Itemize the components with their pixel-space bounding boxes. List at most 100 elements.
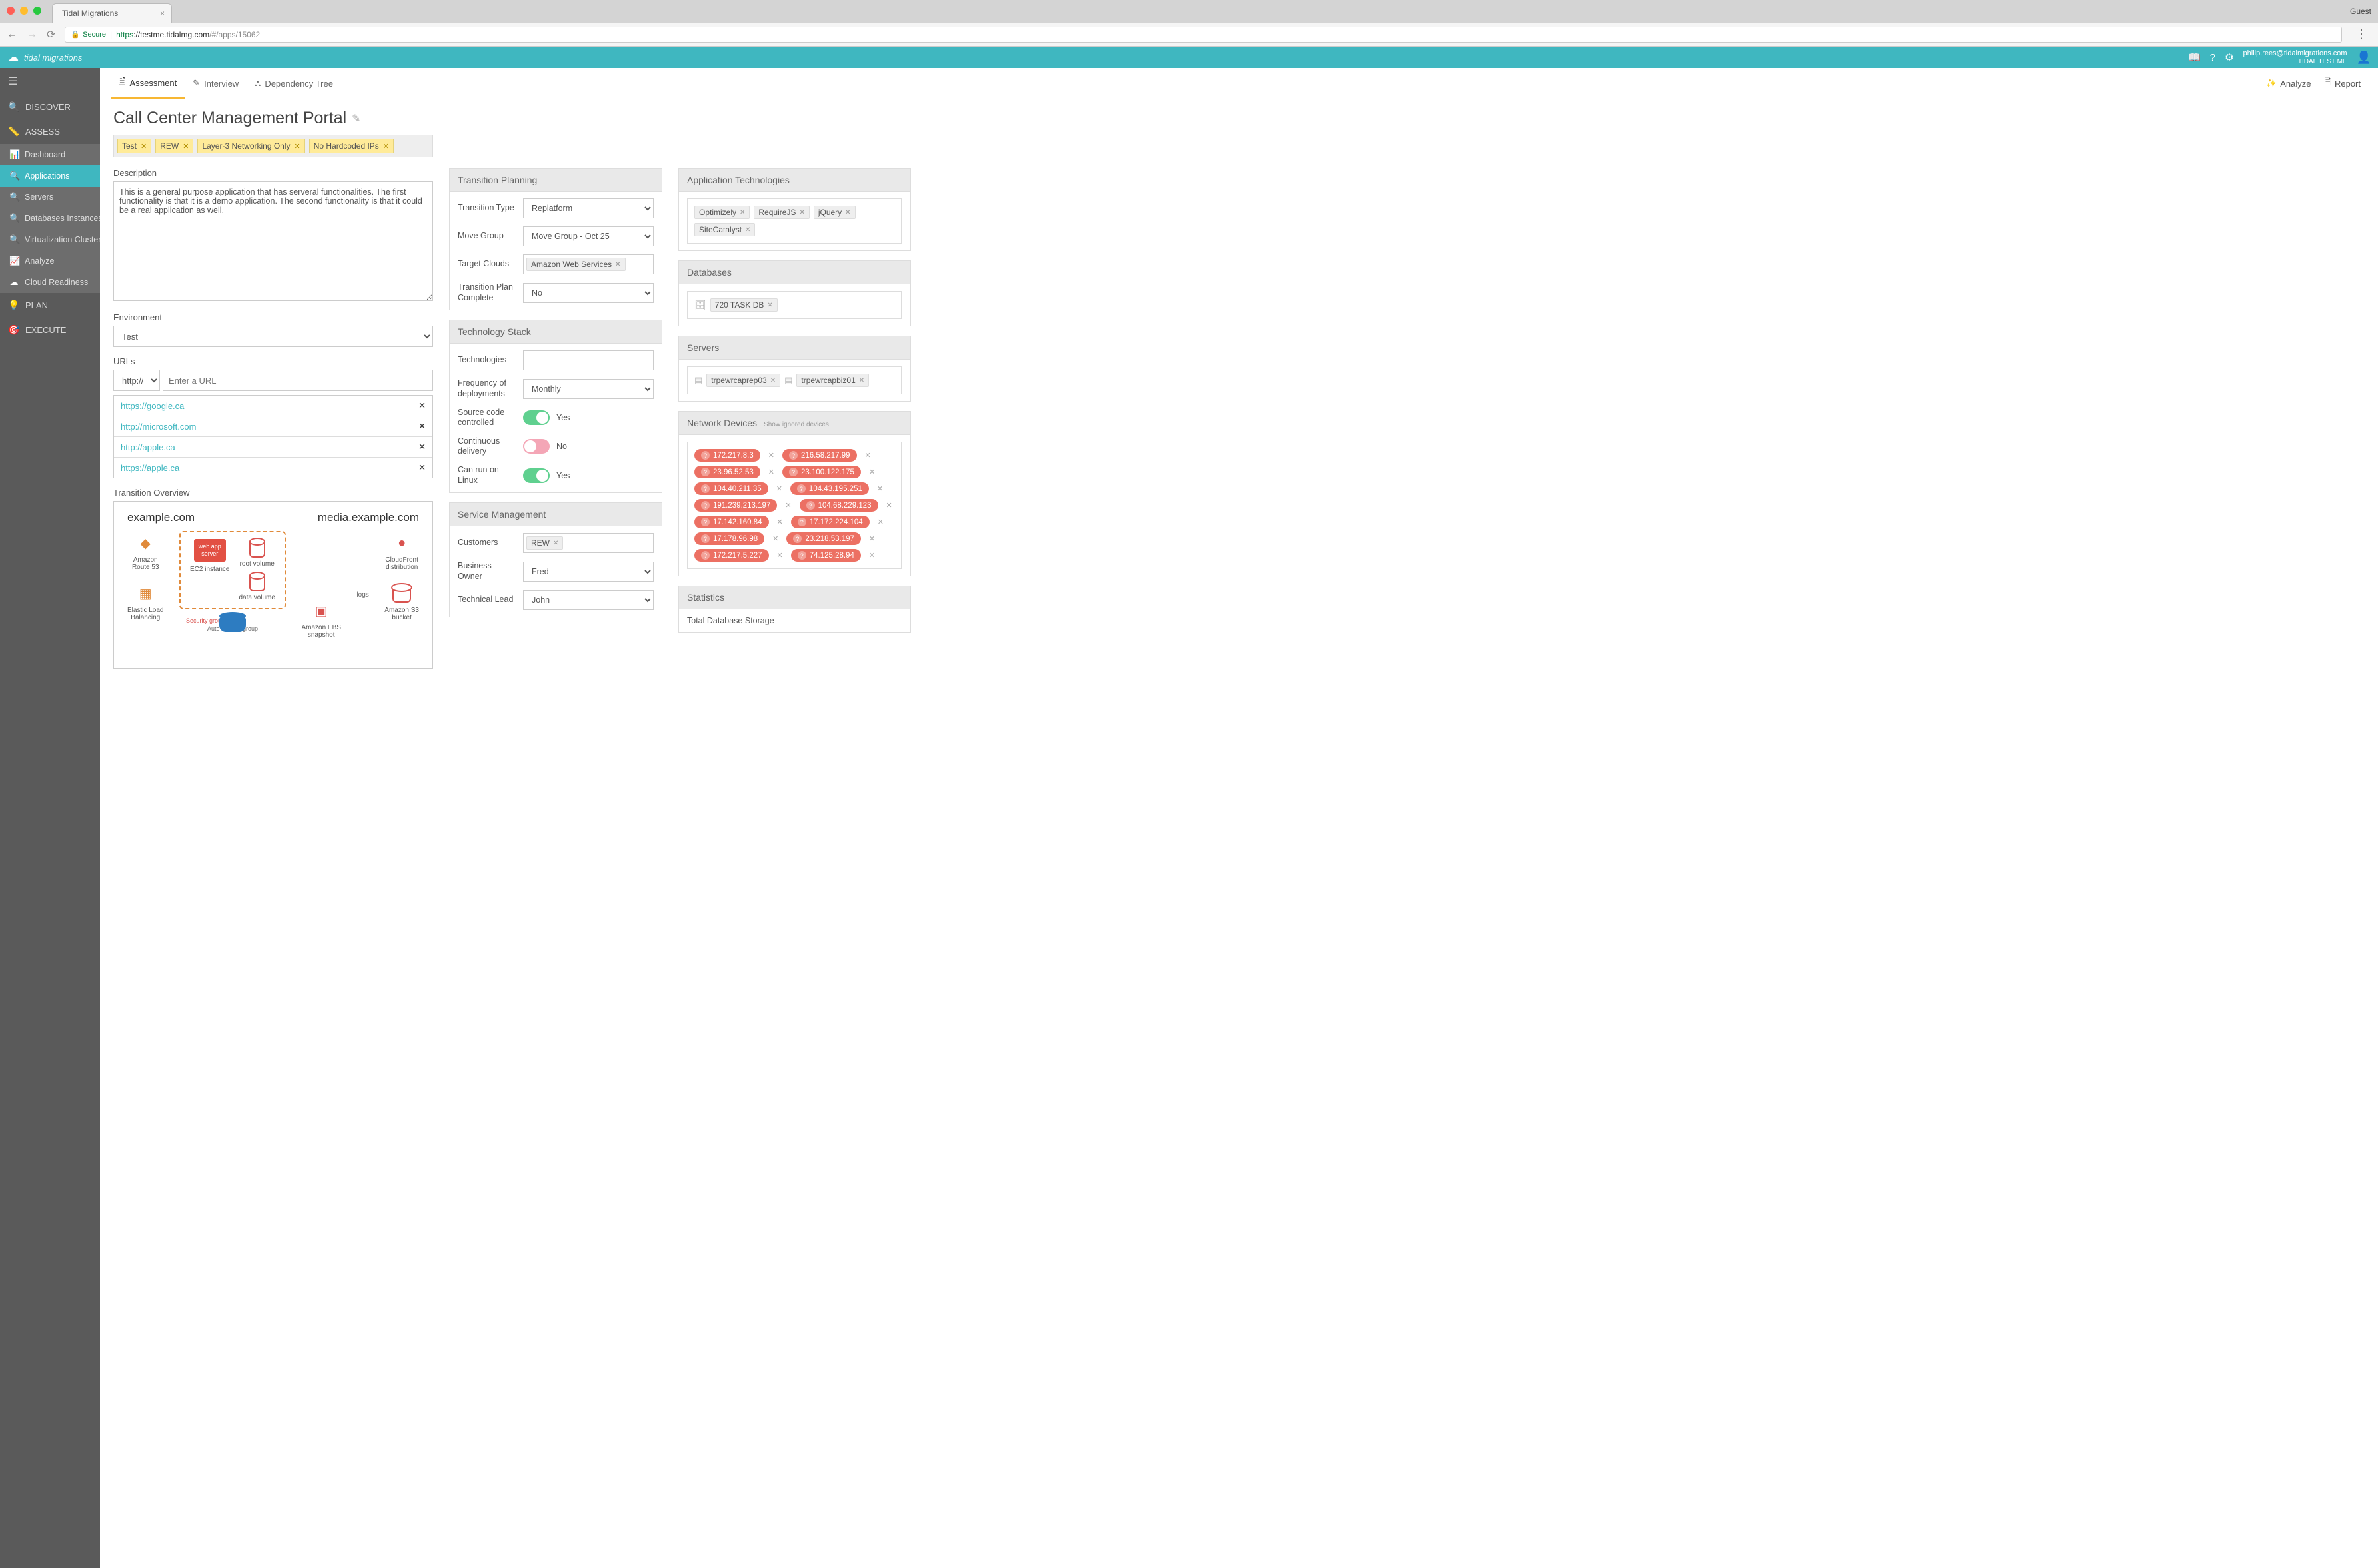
sidebar-item-virt-clusters[interactable]: 🔍Virtualization Clusters (0, 229, 100, 250)
remove-device-icon[interactable]: ✕ (774, 551, 786, 560)
sidebar-item-applications[interactable]: 🔍Applications (0, 165, 100, 187)
sidebar-section-execute[interactable]: 🎯 EXECUTE (0, 318, 100, 342)
remove-device-icon[interactable]: ✕ (782, 501, 794, 510)
logo[interactable]: ☁ tidal migrations (0, 51, 82, 64)
user-menu[interactable]: philip.rees@tidalmigrations.com TIDAL TE… (2243, 49, 2347, 65)
sidebar-section-assess[interactable]: 📏 ASSESS (0, 119, 100, 144)
sidebar-item-servers[interactable]: 🔍Servers (0, 187, 100, 208)
url-item[interactable]: http://apple.ca✕ (114, 437, 432, 458)
sidebar-item-db-instances[interactable]: 🔍Databases Instances (0, 208, 100, 229)
remove-url-icon[interactable]: ✕ (418, 400, 426, 411)
edit-title-icon[interactable]: ✎ (352, 112, 360, 125)
remove-chip-icon[interactable]: ✕ (770, 377, 776, 384)
back-icon[interactable]: ← (7, 29, 17, 41)
chip[interactable]: trpewrcaprep03✕ (706, 374, 780, 387)
network-device-pill[interactable]: ?74.125.28.94 (791, 549, 861, 562)
network-device-pill[interactable]: ?104.68.229.123 (800, 499, 878, 512)
remove-url-icon[interactable]: ✕ (418, 442, 426, 452)
customers-input[interactable]: REW✕ (523, 533, 654, 553)
remove-chip-icon[interactable]: ✕ (745, 226, 750, 234)
help-icon[interactable]: ? (2210, 52, 2215, 63)
avatar-icon[interactable]: 👤 (2357, 51, 2371, 65)
remove-device-icon[interactable]: ✕ (774, 484, 785, 493)
close-tab-icon[interactable]: × (160, 9, 165, 18)
tab-assessment[interactable]: 🗎Assessment (111, 68, 185, 99)
lead-select[interactable]: John (523, 590, 654, 610)
remove-device-icon[interactable]: ✕ (770, 534, 781, 543)
address-bar[interactable]: 🔒 Secure | https://testme.tidalmg.com/#/… (65, 27, 2342, 43)
forward-icon[interactable]: → (27, 29, 37, 41)
sidebar-item-cloud-readiness[interactable]: ☁Cloud Readiness (0, 272, 100, 293)
sidebar-item-analyze[interactable]: 📈Analyze (0, 250, 100, 272)
remove-tag-icon[interactable]: ✕ (295, 142, 300, 151)
remove-chip-icon[interactable]: ✕ (799, 209, 804, 216)
browser-tab[interactable]: Tidal Migrations × (52, 3, 172, 23)
url-input[interactable] (163, 370, 433, 391)
databases-chips[interactable]: 🗄720 TASK DB✕ (687, 291, 902, 319)
chip[interactable]: Amazon Web Services✕ (526, 258, 626, 271)
browser-menu-icon[interactable]: ⋮ (2351, 27, 2371, 41)
remove-chip-icon[interactable]: ✕ (767, 302, 772, 309)
url-item[interactable]: https://google.ca✕ (114, 396, 432, 416)
url-item[interactable]: https://apple.ca✕ (114, 458, 432, 478)
chip[interactable]: SiteCatalyst✕ (694, 223, 755, 236)
network-device-pill[interactable]: ?172.217.5.227 (694, 549, 769, 562)
scc-toggle[interactable] (523, 410, 550, 425)
window-controls[interactable] (7, 7, 41, 15)
remove-device-icon[interactable]: ✕ (866, 551, 878, 560)
network-device-pill[interactable]: ?17.142.160.84 (694, 516, 769, 528)
network-device-pill[interactable]: ?104.43.195.251 (790, 482, 869, 495)
network-device-pill[interactable]: ?216.58.217.99 (782, 449, 857, 462)
linux-toggle[interactable] (523, 468, 550, 483)
remove-chip-icon[interactable]: ✕ (553, 540, 558, 547)
network-device-pill[interactable]: ?23.96.52.53 (694, 466, 760, 478)
network-device-pill[interactable]: ?17.178.96.98 (694, 532, 764, 545)
tag-chip[interactable]: Layer-3 Networking Only✕ (197, 139, 304, 153)
cd-toggle[interactable] (523, 439, 550, 454)
show-ignored-link[interactable]: Show ignored devices (764, 421, 829, 428)
remove-device-icon[interactable]: ✕ (766, 468, 777, 476)
chip[interactable]: 720 TASK DB✕ (710, 298, 778, 312)
freq-select[interactable]: Monthly (523, 379, 654, 399)
tags-row[interactable]: Test✕ REW✕ Layer-3 Networking Only✕ No Hard… (113, 135, 433, 157)
network-device-pill[interactable]: ?104.40.211.35 (694, 482, 768, 495)
book-icon[interactable]: 📖 (2188, 51, 2201, 63)
tag-chip[interactable]: Test✕ (117, 139, 151, 153)
remove-device-icon[interactable]: ✕ (874, 484, 886, 493)
remove-device-icon[interactable]: ✕ (884, 501, 895, 510)
description-textarea[interactable] (113, 181, 433, 301)
network-device-pill[interactable]: ?191.239.213.197 (694, 499, 777, 512)
move-group-select[interactable]: Move Group - Oct 25 (523, 226, 654, 246)
chip[interactable]: trpewrcapbiz01✕ (796, 374, 869, 387)
remove-url-icon[interactable]: ✕ (418, 462, 426, 473)
remove-chip-icon[interactable]: ✕ (845, 209, 850, 216)
remove-device-icon[interactable]: ✕ (875, 518, 886, 526)
sidebar-item-dashboard[interactable]: 📊Dashboard (0, 144, 100, 165)
tag-chip[interactable]: REW✕ (155, 139, 193, 153)
hamburger-icon[interactable]: ☰ (0, 68, 100, 95)
remove-tag-icon[interactable]: ✕ (183, 142, 189, 151)
environment-select[interactable]: Test (113, 326, 433, 347)
remove-chip-icon[interactable]: ✕ (740, 209, 745, 216)
network-device-pill[interactable]: ?23.218.53.197 (786, 532, 861, 545)
target-clouds-input[interactable]: Amazon Web Services✕ (523, 254, 654, 274)
guest-profile[interactable]: Guest (2350, 7, 2371, 16)
remove-device-icon[interactable]: ✕ (766, 451, 777, 460)
remove-device-icon[interactable]: ✕ (866, 468, 878, 476)
network-device-pill[interactable]: ?17.172.224.104 (791, 516, 870, 528)
url-item[interactable]: http://microsoft.com✕ (114, 416, 432, 437)
minimize-window[interactable] (20, 7, 28, 15)
reload-icon[interactable]: ⟳ (47, 28, 55, 41)
remove-chip-icon[interactable]: ✕ (859, 377, 864, 384)
remove-device-icon[interactable]: ✕ (862, 451, 874, 460)
transition-type-select[interactable]: Replatform (523, 198, 654, 218)
chip[interactable]: RequireJS✕ (754, 206, 809, 219)
app-tech-chips[interactable]: Optimizely✕RequireJS✕jQuery✕SiteCatalyst… (687, 198, 902, 244)
tag-chip[interactable]: No Hardcoded IPs✕ (309, 139, 394, 153)
remove-tag-icon[interactable]: ✕ (141, 142, 147, 151)
chip[interactable]: REW✕ (526, 536, 563, 550)
plan-complete-select[interactable]: No (523, 283, 654, 303)
analyze-button[interactable]: ✨Analyze (2259, 71, 2317, 96)
network-device-pill[interactable]: ?23.100.122.175 (782, 466, 861, 478)
gear-icon[interactable]: ⚙ (2225, 51, 2233, 63)
